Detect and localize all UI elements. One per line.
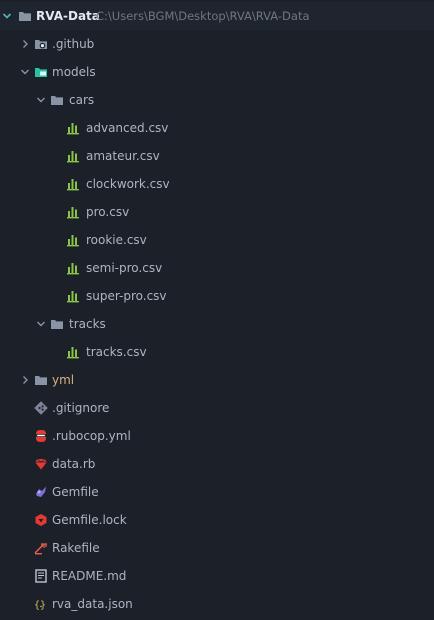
tree-item-cars[interactable]: cars xyxy=(0,86,434,114)
tree-item-gemfile[interactable]: Gemfile xyxy=(0,478,434,506)
csv-icon xyxy=(66,345,80,359)
folder-icon xyxy=(50,317,64,331)
rakefile-icon xyxy=(34,541,48,555)
csv-icon xyxy=(66,233,80,247)
gemfile-icon xyxy=(34,485,48,499)
tree-item-label: .gitignore xyxy=(52,401,110,415)
tree-item-label: Gemfile.lock xyxy=(52,513,127,527)
root-folder-path: C:\Users\BGM\Desktop\RVA\RVA-Data xyxy=(96,9,310,23)
tree-item-amateur-csv[interactable]: amateur.csv xyxy=(0,142,434,170)
tree-item-gemfile-lock[interactable]: Gemfile.lock xyxy=(0,506,434,534)
tree-item-label: .github xyxy=(52,37,95,51)
tree-item-yml[interactable]: yml xyxy=(0,366,434,394)
tree-item-readme[interactable]: README.md xyxy=(0,562,434,590)
file-explorer-tree: RVA-Data C:\Users\BGM\Desktop\RVA\RVA-Da… xyxy=(0,2,434,618)
chevron-right-icon[interactable] xyxy=(18,366,32,394)
tree-item-semi-pro-csv[interactable]: semi-pro.csv xyxy=(0,254,434,282)
tree-item-label: Gemfile xyxy=(52,485,99,499)
folder-icon xyxy=(18,9,32,23)
csv-icon xyxy=(66,121,80,135)
rubocop-icon xyxy=(34,429,48,443)
svg-text:{}: {} xyxy=(34,600,46,611)
chevron-down-icon[interactable] xyxy=(0,2,14,30)
tree-item-label: advanced.csv xyxy=(86,121,169,135)
git-icon xyxy=(34,401,48,415)
csv-icon xyxy=(66,205,80,219)
tree-item-label: models xyxy=(52,65,96,79)
tree-item-label: amateur.csv xyxy=(86,149,160,163)
tree-item-label: semi-pro.csv xyxy=(86,261,163,275)
tree-item-label: tracks xyxy=(69,317,106,331)
chevron-right-icon[interactable] xyxy=(18,30,32,58)
tree-item-data-rb[interactable]: data.rb xyxy=(0,450,434,478)
tree-item-label: rookie.csv xyxy=(86,233,147,247)
tree-item-rva-data-json[interactable]: {} rva_data.json xyxy=(0,590,434,618)
folder-icon xyxy=(50,93,64,107)
tree-item-label: Rakefile xyxy=(52,541,100,555)
markdown-icon xyxy=(34,569,48,583)
chevron-down-icon[interactable] xyxy=(34,310,48,338)
gemfile-lock-icon xyxy=(34,513,48,527)
csv-icon xyxy=(66,261,80,275)
chevron-down-icon[interactable] xyxy=(18,58,32,86)
tree-item-rubocop[interactable]: .rubocop.yml xyxy=(0,422,434,450)
tree-item-label: .rubocop.yml xyxy=(52,429,131,443)
root-folder-row[interactable]: RVA-Data C:\Users\BGM\Desktop\RVA\RVA-Da… xyxy=(0,2,434,30)
root-folder-name: RVA-Data xyxy=(36,9,100,23)
tree-item-label: tracks.csv xyxy=(86,345,147,359)
csv-icon xyxy=(66,289,80,303)
folder-icon xyxy=(34,373,48,387)
tree-item-label: rva_data.json xyxy=(52,597,133,611)
chevron-down-icon[interactable] xyxy=(34,86,48,114)
tree-item-label: super-pro.csv xyxy=(86,289,167,303)
models-folder-icon xyxy=(34,65,48,79)
tree-item-tracks[interactable]: tracks xyxy=(0,310,434,338)
csv-icon xyxy=(66,149,80,163)
tree-item-advanced-csv[interactable]: advanced.csv xyxy=(0,114,434,142)
tree-item-rakefile[interactable]: Rakefile xyxy=(0,534,434,562)
tree-item-github[interactable]: .github xyxy=(0,30,434,58)
tree-item-rookie-csv[interactable]: rookie.csv xyxy=(0,226,434,254)
tree-item-label: cars xyxy=(69,93,95,107)
tree-item-label: README.md xyxy=(52,569,127,583)
ruby-icon xyxy=(34,457,48,471)
tree-item-label: data.rb xyxy=(52,457,96,471)
tree-item-clockwork-csv[interactable]: clockwork.csv xyxy=(0,170,434,198)
github-folder-icon xyxy=(34,37,48,51)
tree-item-super-pro-csv[interactable]: super-pro.csv xyxy=(0,282,434,310)
tree-item-tracks-csv[interactable]: tracks.csv xyxy=(0,338,434,366)
tree-item-gitignore[interactable]: .gitignore xyxy=(0,394,434,422)
tree-item-label: pro.csv xyxy=(86,205,130,219)
csv-icon xyxy=(66,177,80,191)
tree-item-label: clockwork.csv xyxy=(86,177,170,191)
json-icon: {} xyxy=(34,597,48,611)
tree-item-label: yml xyxy=(52,373,75,387)
tree-item-pro-csv[interactable]: pro.csv xyxy=(0,198,434,226)
tree-item-models[interactable]: models xyxy=(0,58,434,86)
